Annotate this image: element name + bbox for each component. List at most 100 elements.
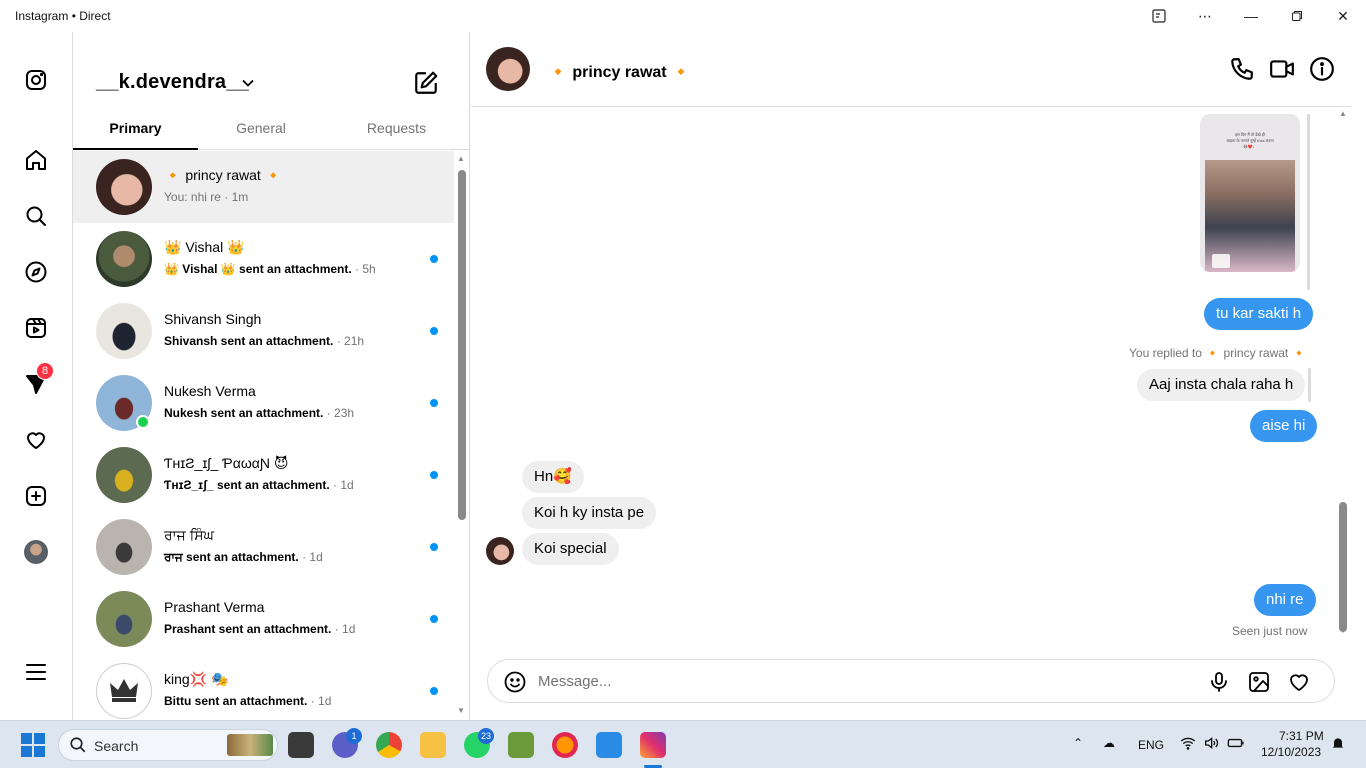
chevron-down-icon[interactable] (241, 76, 255, 95)
replied-message[interactable]: Aaj insta chala raha h (1137, 369, 1306, 401)
conversation-preview: ਰਾਜ sent an attachment. · 1d (164, 550, 323, 564)
conversation-row[interactable]: 👑 Vishal 👑 👑 Vishal 👑 sent an attachment… (73, 223, 454, 295)
clock-time[interactable]: 7:31 PM (1279, 729, 1324, 743)
window-controls: ⋯ — ✕ (1136, 0, 1366, 32)
conversation-preview: Prashant sent an attachment. · 1d (164, 622, 356, 636)
messages-icon[interactable]: 8 (22, 362, 54, 398)
unread-dot (430, 327, 438, 335)
received-message[interactable]: Koi special (522, 533, 619, 565)
avatar (96, 663, 152, 719)
like-heart-icon[interactable] (1287, 670, 1311, 699)
home-icon[interactable] (22, 146, 50, 174)
conversation-name: 🔸 princy rawat 🔸 (164, 167, 283, 183)
conversation-row[interactable]: Shivansh Singh Shivansh sent an attachme… (73, 295, 454, 367)
chart-app-icon[interactable] (508, 732, 534, 758)
message-composer[interactable]: Message... (487, 659, 1335, 703)
scroll-down-arrow-icon[interactable]: ▼ (457, 706, 465, 715)
unread-dot (430, 471, 438, 479)
search-icon (69, 736, 87, 759)
minimize-button[interactable]: — (1228, 0, 1274, 32)
clock-date[interactable]: 12/10/2023 (1261, 745, 1321, 759)
cloud-icon[interactable]: ☁ (1103, 736, 1115, 750)
task-view-icon[interactable] (288, 732, 314, 758)
microphone-icon[interactable] (1207, 670, 1231, 699)
scroll-down-arrow-icon[interactable]: ▼ (1339, 626, 1347, 635)
wifi-icon[interactable] (1180, 735, 1196, 754)
vscode-icon[interactable] (596, 732, 622, 758)
notifications-heart-icon[interactable] (22, 426, 50, 454)
conversation-preview: Nukesh sent an attachment. · 23h (164, 406, 355, 420)
conversation-row[interactable]: ƬʜɪƧ_ɪʃ_ ƤαωαƝ 😈 ƬʜɪƧ_ɪʃ_ sent an attach… (73, 439, 454, 511)
language-indicator[interactable]: ENG (1138, 738, 1164, 752)
close-button[interactable]: ✕ (1320, 0, 1366, 32)
conversation-name: ਰਾਜ ਸਿੰਘ (164, 527, 214, 543)
file-explorer-icon[interactable] (420, 732, 446, 758)
sent-message[interactable]: tu kar sakti h (1204, 298, 1314, 330)
notification-bell-icon[interactable] (1330, 735, 1346, 754)
tab-primary[interactable]: Primary (73, 120, 198, 136)
firefox-icon[interactable] (552, 732, 578, 758)
chat-scrollbar[interactable]: ▲ ▼ (1336, 107, 1350, 720)
explore-icon[interactable] (22, 258, 50, 286)
inbox-tabs: Primary General Requests (73, 112, 469, 150)
unread-dot (430, 543, 438, 551)
emoji-icon[interactable] (503, 670, 527, 699)
reply-line (1308, 368, 1311, 402)
image-upload-icon[interactable] (1247, 670, 1271, 699)
conversation-row[interactable]: ਰਾਜ ਸਿੰਘ ਰਾਜ sent an attachment. · 1d (73, 511, 454, 583)
contact-avatar[interactable] (486, 47, 530, 91)
instagram-app-icon[interactable] (640, 732, 666, 758)
received-message[interactable]: Koi h ky insta pe (522, 497, 657, 529)
contact-name[interactable]: 🔸 princy rawat 🔸 (548, 62, 691, 82)
account-name[interactable]: __k.devendra__ (96, 71, 249, 94)
teams-badge: 1 (346, 728, 362, 744)
video-call-icon[interactable] (1269, 56, 1295, 87)
seen-status: Seen just now (1232, 624, 1308, 638)
cast-icon[interactable] (1136, 0, 1182, 32)
sent-message[interactable]: nhi re (1254, 584, 1316, 616)
taskbar-search[interactable]: Search (58, 729, 278, 761)
reels-icon[interactable] (22, 314, 50, 342)
sender-avatar (486, 537, 514, 565)
unread-dot (430, 615, 438, 623)
sent-message[interactable]: aise hi (1250, 410, 1318, 442)
chat-pane: 🔸 princy rawat 🔸 इस दिन मैं तो देखे ही च… (471, 32, 1366, 720)
battery-icon[interactable] (1227, 735, 1245, 754)
conversation-row[interactable]: Prashant Verma Prashant sent an attachme… (73, 583, 454, 655)
volume-icon[interactable] (1203, 735, 1219, 754)
create-icon[interactable] (22, 482, 50, 510)
conversation-row[interactable]: king💢 🎭 Bittu sent an attachment. · 1d (73, 655, 454, 727)
profile-avatar[interactable] (22, 538, 50, 566)
conversation-row[interactable]: 🔸 princy rawat 🔸 You: nhi re · 1m (73, 151, 454, 223)
shared-reel-thumbnail[interactable]: इस दिन मैं तो देखे ही चाहता के जानते तुम… (1200, 114, 1300, 272)
phone-call-icon[interactable] (1229, 56, 1255, 87)
scroll-up-arrow-icon[interactable]: ▲ (1339, 109, 1347, 118)
scrollbar-thumb[interactable] (458, 170, 466, 520)
maximize-button[interactable] (1274, 0, 1320, 32)
scroll-up-arrow-icon[interactable]: ▲ (457, 154, 465, 163)
avatar (96, 159, 152, 215)
windows-taskbar: Search 1 23 ⌃ ☁ ENG 7:31 PM 12/10/2023 (0, 720, 1366, 768)
tab-requests[interactable]: Requests (324, 120, 469, 136)
start-windows-icon[interactable] (20, 732, 46, 758)
menu-icon[interactable] (22, 658, 50, 686)
search-icon[interactable] (22, 202, 50, 230)
instagram-logo-icon[interactable] (22, 66, 50, 94)
more-options-icon[interactable]: ⋯ (1182, 0, 1228, 32)
tab-general[interactable]: General (198, 120, 324, 136)
conversation-name: 👑 Vishal 👑 (164, 239, 245, 255)
conversation-info-icon[interactable] (1309, 56, 1335, 87)
scrollbar-thumb[interactable] (1339, 502, 1347, 632)
received-message[interactable]: Hn🥰 (522, 461, 584, 493)
nav-rail: 8 (0, 32, 73, 720)
window-title: Instagram • Direct (15, 9, 111, 23)
new-message-icon[interactable] (413, 70, 439, 101)
chevron-up-icon[interactable]: ⌃ (1073, 736, 1083, 750)
conversation-preview: ƬʜɪƧ_ɪʃ_ sent an attachment. · 1d (164, 478, 354, 492)
message-input[interactable]: Message... (538, 673, 611, 690)
conversation-row[interactable]: Nukesh Verma Nukesh sent an attachment. … (73, 367, 454, 439)
conversation-list-scrollbar[interactable]: ▲ ▼ (456, 152, 468, 718)
conversation-preview: Shivansh sent an attachment. · 21h (164, 334, 365, 348)
chrome-icon[interactable] (376, 732, 402, 758)
reel-play-icon (1212, 254, 1230, 268)
